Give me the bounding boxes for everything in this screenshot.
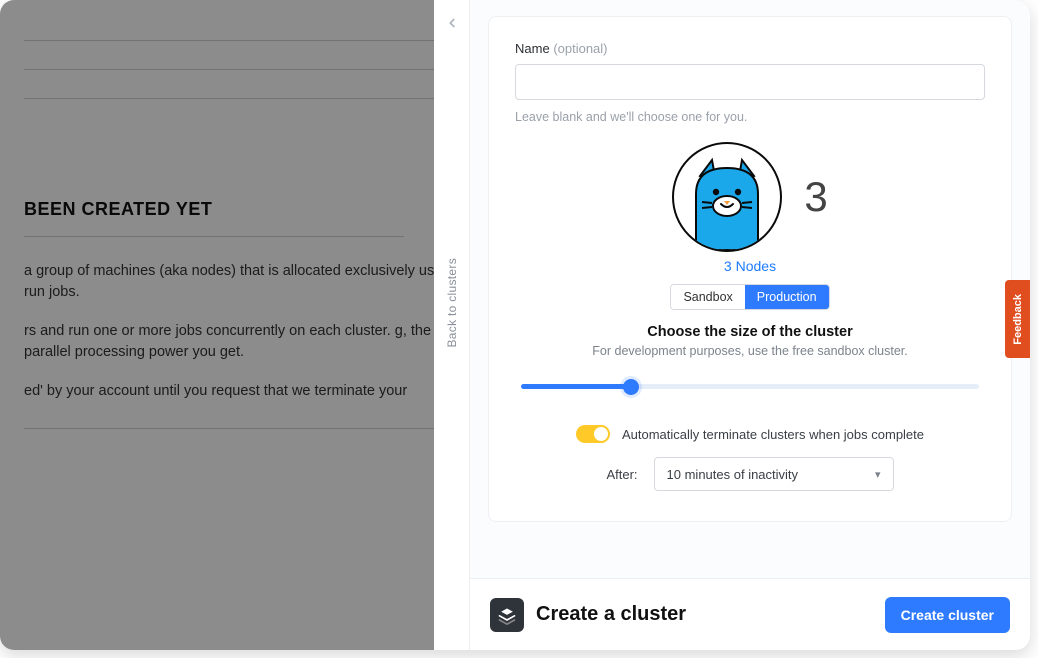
mode-segmented-control: Sandbox Production [670,284,829,310]
auto-terminate-toggle[interactable] [576,425,610,443]
inactivity-select-value: 10 minutes of inactivity [667,467,799,482]
panel-footer: Create a cluster Create cluster [470,578,1030,650]
cluster-form-card: Name (optional) Leave blank and we'll ch… [488,16,1012,522]
back-chevron-icon[interactable] [441,10,463,38]
nodes-link[interactable]: 3 Nodes [515,258,985,274]
create-cluster-button[interactable]: Create cluster [885,597,1010,633]
name-field-label: Name (optional) [515,41,985,56]
back-to-clusters-label[interactable]: Back to clusters [445,258,459,348]
mode-sandbox-button[interactable]: Sandbox [671,285,744,309]
name-hint: Leave blank and we'll choose one for you… [515,110,985,124]
after-label: After: [606,467,637,482]
size-section-subtitle: For development purposes, use the free s… [515,344,985,358]
inactivity-select[interactable]: 10 minutes of inactivity ▾ [654,457,894,491]
slider-fill [521,384,631,389]
back-strip: Back to clusters [434,0,470,650]
cluster-size-slider[interactable] [521,384,979,389]
feedback-tab-label: Feedback [1012,294,1024,345]
layers-icon [490,598,524,632]
node-count-display: 3 [804,173,827,221]
chevron-down-icon: ▾ [875,468,881,481]
mode-production-button[interactable]: Production [745,285,829,309]
create-cluster-panel: Back to clusters Name (optional) Leave b… [470,0,1030,650]
feedback-tab[interactable]: Feedback [1005,280,1030,358]
mascot-avatar [672,142,782,252]
slider-thumb[interactable] [623,379,639,395]
auto-terminate-label: Automatically terminate clusters when jo… [622,427,924,442]
cluster-name-input[interactable] [515,64,985,100]
size-section-title: Choose the size of the cluster [515,324,985,340]
footer-title: Create a cluster [536,603,686,626]
